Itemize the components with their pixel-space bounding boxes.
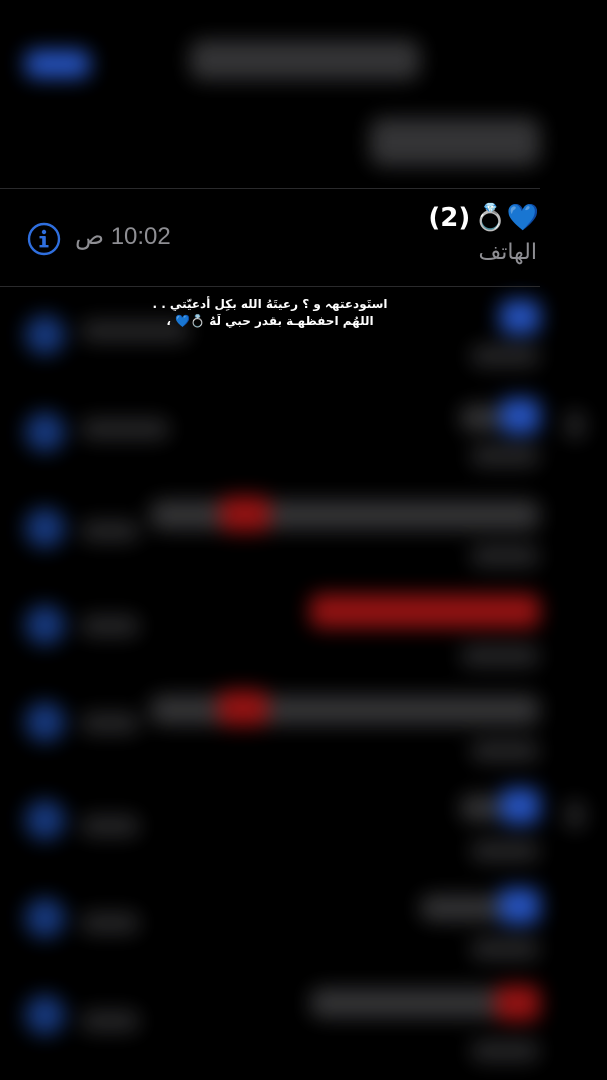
row-info-blur (25, 995, 65, 1035)
row-sub-blur (470, 1040, 540, 1062)
row-sub-blur (470, 840, 540, 862)
row-name-blur (150, 695, 540, 725)
row-info-blur (25, 508, 65, 548)
row-emoji-blur (498, 888, 540, 924)
overlay-caption: استَودعتهہ و ؟ رعيتَهُ الله بكِل أدعيّتي… (150, 296, 390, 330)
row-time-blur (80, 912, 140, 934)
row-sub-blur (460, 645, 540, 667)
row-divider-bottom (0, 286, 540, 287)
edit-button-blur (25, 50, 90, 78)
row-name-blur (420, 895, 500, 921)
contact-name: 💙💍 (2) (428, 203, 539, 233)
row-info-blur (25, 315, 65, 355)
segmented-control-blur (190, 40, 420, 80)
row-time-blur (80, 615, 140, 637)
row-emoji-blur (495, 985, 540, 1021)
row-name-blur (150, 500, 540, 530)
row-time-blur (80, 1010, 140, 1032)
row-name-blur (310, 594, 540, 628)
row-name-blur (460, 795, 500, 821)
caption-line-1: استَودعتهہ و ؟ رعيتَهُ الله بكِل أدعيّتي… (152, 297, 388, 311)
edge-blur (565, 800, 585, 830)
row-name-blur (460, 405, 500, 431)
row-sub-blur (470, 445, 540, 467)
row-info-blur (25, 800, 65, 840)
row-info-blur (25, 898, 65, 938)
blurred-background (0, 0, 607, 1080)
row-info-blur (25, 702, 65, 742)
row-sub-blur (470, 545, 540, 567)
caption-line-2: اللهُم احفظهـة بقدر حبي لَهُ 💍💙 ، (166, 314, 374, 328)
row-info-blur (25, 412, 65, 452)
row-emoji-blur (218, 690, 268, 726)
call-type-label: الهاتف (478, 240, 537, 265)
row-sub-blur (470, 938, 540, 960)
page-title-blur (370, 118, 540, 166)
edge-blur (565, 410, 585, 440)
row-time-blur (80, 815, 140, 837)
row-emoji-blur (220, 496, 270, 532)
row-name-blur (310, 988, 510, 1018)
row-time-blur (80, 520, 140, 542)
row-time-blur (80, 712, 140, 734)
row-info-blur (25, 605, 65, 645)
info-icon[interactable] (27, 222, 61, 256)
row-emoji-blur (500, 788, 540, 824)
row-sub-blur (470, 345, 540, 367)
contact-name-text: (2) (428, 203, 471, 233)
row-emoji-blur (500, 300, 540, 334)
contact-emojis: 💙💍 (474, 203, 539, 233)
row-divider-top (0, 188, 540, 189)
row-sub-blur (470, 740, 540, 762)
row-time-blur (80, 418, 170, 440)
call-time: 10:02 ص (75, 223, 171, 250)
row-emoji-blur (500, 398, 540, 434)
